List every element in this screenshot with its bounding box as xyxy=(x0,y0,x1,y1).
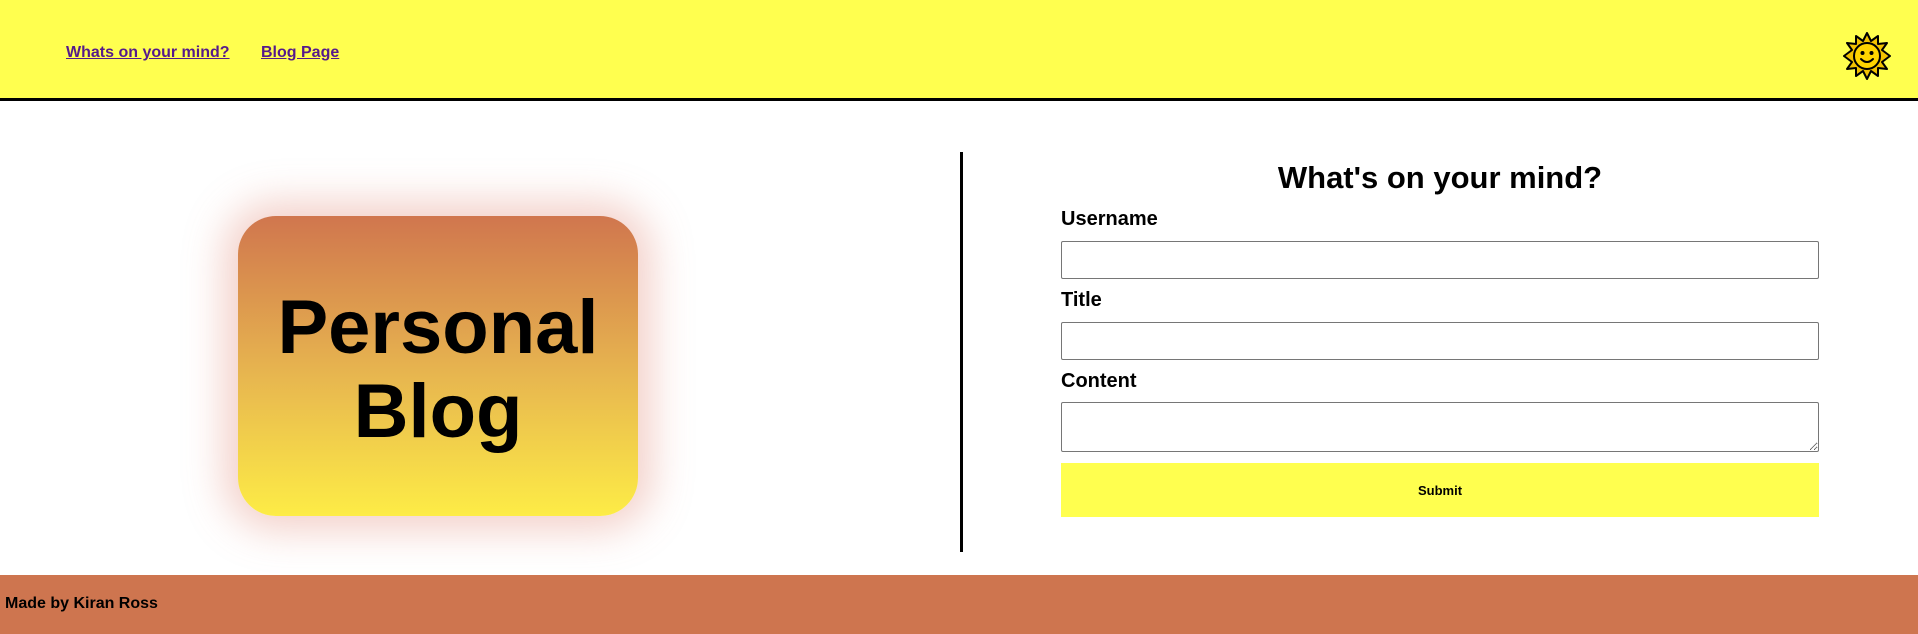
content-label: Content xyxy=(1061,370,1137,392)
vertical-divider xyxy=(960,152,963,552)
submit-button[interactable]: Submit xyxy=(1061,463,1819,517)
title-label: Title xyxy=(1061,289,1102,311)
footer-credit: Made by Kiran Ross xyxy=(5,595,158,612)
header-bar: Whats on your mind? Blog Page xyxy=(0,0,1918,101)
title-input[interactable] xyxy=(1061,322,1819,360)
nav-link-blog-page[interactable]: Blog Page xyxy=(261,44,339,62)
blog-logo-card: Personal Blog xyxy=(238,216,638,516)
blog-logo-text: Personal Blog xyxy=(277,285,599,454)
username-label: Username xyxy=(1061,208,1158,230)
sun-face-icon[interactable] xyxy=(1843,32,1891,80)
content-textarea[interactable] xyxy=(1061,402,1819,452)
hero-section: Personal Blog xyxy=(0,104,960,575)
nav-link-whats-on-your-mind[interactable]: Whats on your mind? xyxy=(66,44,230,62)
username-input[interactable] xyxy=(1061,241,1819,279)
footer-bar: Made by Kiran Ross xyxy=(0,575,1918,634)
form-title: What's on your mind? xyxy=(1277,160,1603,195)
